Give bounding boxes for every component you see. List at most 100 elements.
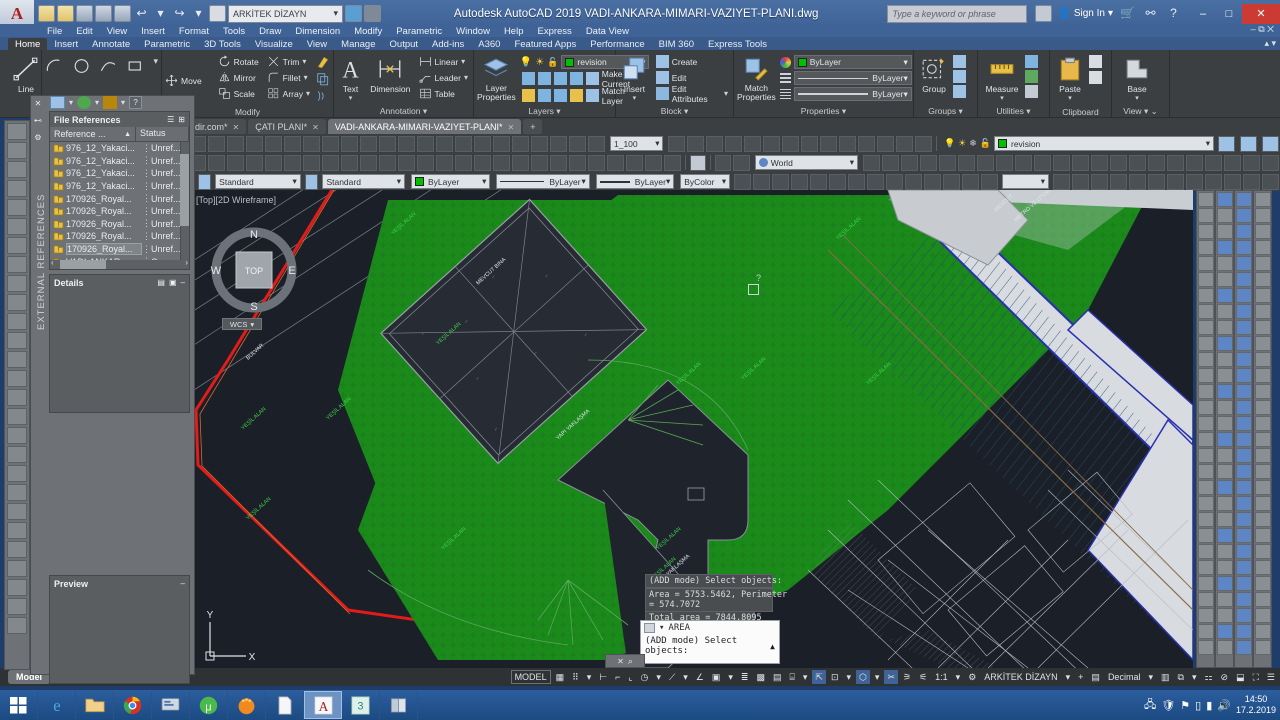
toolbar-button-icon[interactable] — [1254, 288, 1271, 303]
close-icon[interactable]: ✕ — [233, 123, 240, 132]
trim-button[interactable]: Trim ▾ — [265, 54, 312, 69]
trim-dropdown-icon[interactable]: ▾ — [302, 57, 306, 66]
utorrent-icon[interactable]: μ — [190, 691, 228, 719]
toolbar-button-icon[interactable] — [1254, 576, 1271, 591]
toolbar-button-icon[interactable] — [1216, 400, 1233, 415]
toolbar-button-icon[interactable] — [1235, 368, 1252, 383]
search-input[interactable]: Type a keyword or phrase — [887, 4, 1028, 23]
wireframe-icon[interactable] — [1090, 173, 1108, 190]
visualstyle-combo[interactable]: ▾ — [1002, 174, 1049, 189]
ucs-view-icon[interactable] — [938, 154, 956, 171]
battery-icon[interactable]: ▯ — [1195, 699, 1201, 712]
toolbar-button-icon[interactable] — [1197, 480, 1214, 495]
menu-item-window[interactable]: Window — [449, 26, 497, 37]
chevron-down-icon[interactable]: ▾ — [153, 56, 158, 76]
layer-on-icon[interactable]: 💡 — [520, 57, 532, 68]
save-as-icon[interactable] — [95, 5, 112, 22]
toolbar-button-icon[interactable] — [1197, 544, 1214, 559]
toolbar-button-icon[interactable] — [1197, 240, 1214, 255]
dim-center-icon[interactable] — [820, 135, 838, 152]
group-select-icon[interactable] — [953, 85, 966, 98]
dim-style-icon[interactable] — [304, 173, 319, 190]
erase-icon[interactable] — [645, 154, 662, 171]
xref-row[interactable]: ! 976_12_Yakaci... ⋮ Unref... — [50, 142, 189, 155]
edit-attributes-button[interactable]: Edit Attributes ▾ — [654, 84, 730, 104]
menu-item-data-view[interactable]: Data View — [579, 26, 636, 37]
snap-icon[interactable]: ⠿ — [569, 670, 582, 684]
toolbar-button-icon[interactable] — [7, 617, 27, 634]
external-references-palette[interactable]: ✕ ⊷ ⚙ ▾ ▾ ▾ ? File References ☰ ⊞ Refere… — [30, 95, 195, 684]
rotate-button[interactable]: Rotate — [216, 54, 261, 69]
customization-icon[interactable]: ☰ — [1264, 670, 1278, 684]
dim-aligned-icon[interactable] — [493, 135, 510, 152]
xref-row[interactable]: ! 976_12_Yakaci... ⋮ Unref... — [50, 155, 189, 168]
object-linetype-combo[interactable]: ByLayer ▾ — [496, 174, 590, 189]
toolbar-button-icon[interactable] — [1235, 304, 1252, 319]
ucs-apply-icon[interactable] — [1071, 154, 1089, 171]
ucs-display-icon[interactable] — [1147, 154, 1165, 171]
camera-icon[interactable] — [867, 173, 885, 190]
3dprint-icon[interactable] — [303, 154, 320, 171]
toolbar-button-icon[interactable] — [7, 199, 27, 216]
toolbar-button-icon[interactable] — [1254, 272, 1271, 287]
toolbar-button-icon[interactable] — [1197, 384, 1214, 399]
dim-inspect-icon[interactable] — [763, 135, 781, 152]
xref-row-menu-icon[interactable]: ⋮ — [142, 143, 151, 154]
object-color-combo[interactable]: ByLayer ▾ — [410, 174, 491, 189]
selection-cycling-icon[interactable]: ▤ — [770, 670, 785, 684]
dimension-button[interactable]: Dimension — [368, 52, 413, 102]
viewcube[interactable]: TOP N S E W — [206, 222, 302, 318]
save-icon[interactable] — [76, 5, 93, 22]
xref-row[interactable]: ! 170926_Royal... ⋮ Unref... — [50, 205, 189, 218]
layer-previous-icon[interactable] — [1218, 135, 1235, 152]
shade-icon[interactable] — [1071, 173, 1089, 190]
offset-icon[interactable] — [316, 89, 330, 103]
xref-row-menu-icon[interactable]: ⋮ — [142, 231, 151, 242]
ucs-settings-icon[interactable] — [1109, 154, 1127, 171]
dim-text-edit-icon[interactable] — [877, 135, 895, 152]
toolbar-button-icon[interactable] — [1254, 464, 1271, 479]
chevron-down-icon[interactable]: ▾ — [724, 89, 728, 98]
textstyle-combo[interactable]: Standard ▾ — [215, 174, 301, 189]
toolbar-button-icon[interactable] — [7, 256, 27, 273]
toolbar-button-icon[interactable] — [1216, 352, 1233, 367]
3d-osnap-icon[interactable]: ⌸ — [786, 670, 797, 684]
toolbar-button-icon[interactable] — [1197, 320, 1214, 335]
scale-text-icon[interactable] — [1261, 154, 1279, 171]
layer-states-icon[interactable] — [1240, 135, 1257, 152]
close-icon[interactable]: ✕ — [507, 123, 514, 132]
dim-continue-icon[interactable] — [782, 135, 800, 152]
toolbar-button-icon[interactable] — [7, 598, 27, 615]
osnap-insertion-icon[interactable] — [322, 135, 339, 152]
workspace-selector[interactable]: ARKİTEK DİZAYN ▾ — [228, 4, 343, 23]
toolbar-button-icon[interactable] — [7, 332, 27, 349]
visual-style-manager-icon[interactable] — [1052, 173, 1070, 190]
toolbar-button-icon[interactable] — [7, 541, 27, 558]
menu-item-dimension[interactable]: Dimension — [288, 26, 347, 37]
toolbar-button-icon[interactable] — [1197, 464, 1214, 479]
animation-icon[interactable] — [943, 173, 961, 190]
toolbar-button-icon[interactable] — [1235, 512, 1252, 527]
group-edit-icon[interactable] — [953, 70, 966, 83]
document-icon[interactable] — [266, 691, 304, 719]
group-button[interactable]: Group — [917, 52, 951, 98]
dim-arc-icon[interactable] — [569, 135, 586, 152]
maximize-button[interactable]: □ — [1216, 4, 1242, 24]
flag-icon[interactable]: ⚑ — [1180, 699, 1190, 712]
osnap-none-icon[interactable] — [436, 135, 453, 152]
toolbar-button-icon[interactable] — [1197, 352, 1214, 367]
erase-icon[interactable] — [316, 55, 330, 69]
ucs-z-icon[interactable] — [1052, 154, 1070, 171]
osnap-apparent-icon[interactable] — [398, 135, 415, 152]
drawing-tab[interactable]: ÇATI PLANI* ✕ — [248, 119, 326, 134]
security-icon[interactable]: 🛡 — [1161, 699, 1175, 712]
toolbar-button-icon[interactable] — [1216, 608, 1233, 623]
copy-icon[interactable] — [569, 154, 586, 171]
toolbar-button-icon[interactable] — [1254, 256, 1271, 271]
doc-minimize-button[interactable]: – — [1251, 24, 1256, 34]
transparency-icon[interactable]: ▩ — [753, 670, 768, 684]
search-icon[interactable]: ⌕ — [628, 656, 633, 667]
cut-icon[interactable] — [1089, 55, 1102, 68]
xref-row[interactable]: ! 170926_Royal... ⋮ Unref... — [50, 192, 189, 205]
dim-linear-icon[interactable] — [474, 135, 491, 152]
